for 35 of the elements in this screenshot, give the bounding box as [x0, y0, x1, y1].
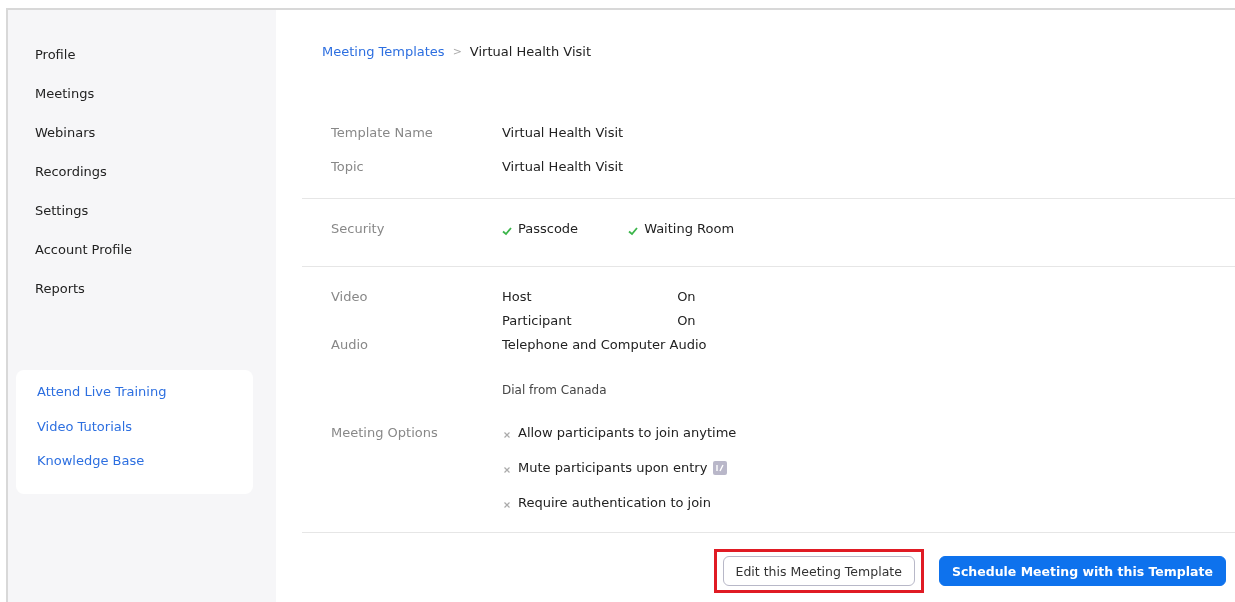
sidebar-item[interactable]: Webinars [35, 123, 96, 162]
meeting-option: Require authentication to join [518, 495, 711, 510]
schedule-button[interactable]: Schedule Meeting with this Template [938, 556, 1226, 586]
field-note: Dial from Canada [502, 383, 607, 397]
meeting-option: Mute participants upon entry [518, 460, 708, 475]
sidebar-item[interactable]: Profile [35, 45, 76, 84]
help-link[interactable]: Video Tutorials [37, 416, 133, 451]
setting-name: Participant [502, 313, 573, 328]
sidebar-item[interactable]: Meetings [35, 84, 95, 123]
breadcrumb-link[interactable]: Meeting Templates [322, 44, 445, 59]
help-link[interactable]: Knowledge Base [37, 451, 145, 486]
edit-button[interactable]: Edit this Meeting Template [722, 556, 915, 586]
field-label: Meeting Options [331, 425, 438, 440]
sidebar-item[interactable]: Account Profile [35, 240, 133, 279]
sidebar-item[interactable]: Reports [35, 279, 85, 318]
security-option: Waiting Room [644, 221, 735, 236]
setting-value: On [677, 289, 696, 304]
field-label: Audio [331, 337, 368, 352]
field-value: Virtual Health Visit [502, 125, 624, 140]
breadcrumb-separator: > [452, 45, 462, 58]
info-icon[interactable] [713, 460, 728, 475]
breadcrumb-current: Virtual Health Visit [469, 44, 591, 59]
field-label: Security [331, 221, 385, 236]
sidebar-item[interactable]: Recordings [35, 162, 107, 201]
setting-value: On [677, 313, 696, 328]
field-label: Template Name [331, 125, 433, 140]
meeting-option: Allow participants to join anytime [518, 425, 737, 440]
setting-name: Host [502, 289, 533, 304]
field-value: Telephone and Computer Audio [502, 337, 707, 352]
help-link[interactable]: Attend Live Training [37, 382, 167, 417]
security-option: Passcode [518, 221, 579, 236]
field-label: Topic [331, 159, 364, 174]
sidebar-item[interactable]: Settings [35, 201, 89, 240]
field-label: Video [331, 289, 368, 304]
field-value: Virtual Health Visit [502, 159, 624, 174]
